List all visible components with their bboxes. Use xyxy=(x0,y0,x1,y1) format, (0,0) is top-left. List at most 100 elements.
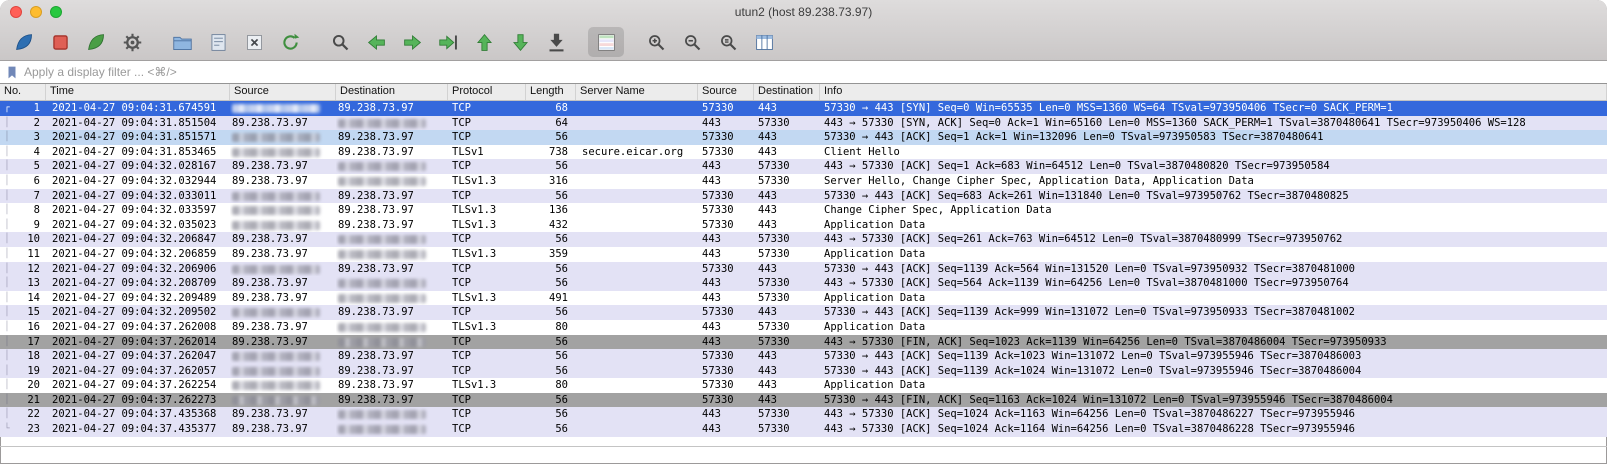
cell-server xyxy=(576,320,698,335)
cell-server xyxy=(576,378,698,393)
open-file-button[interactable] xyxy=(164,27,200,57)
packet-row[interactable]: │52021-04-27 09:04:32.02816789.238.73.97… xyxy=(0,159,1607,174)
conversation-bracket: │ xyxy=(0,247,14,262)
column-header-sport[interactable]: Source xyxy=(698,84,754,100)
save-file-button[interactable] xyxy=(200,27,236,57)
cell-dport: 57330 xyxy=(754,232,820,247)
cell-time: 2021-04-27 09:04:37.262014 xyxy=(46,335,230,350)
cell-no: 10 xyxy=(14,232,46,247)
packet-row[interactable]: │22021-04-27 09:04:31.85150489.238.73.97… xyxy=(0,116,1607,131)
cell-server xyxy=(576,422,698,437)
pane-splitter[interactable] xyxy=(0,446,1607,447)
go-to-packet-button[interactable] xyxy=(430,27,466,57)
column-header-proto[interactable]: Protocol xyxy=(448,84,526,100)
packet-row[interactable]: │182021-04-27 09:04:37.26204789.238.73.9… xyxy=(0,349,1607,364)
cell-no: 6 xyxy=(14,174,46,189)
cell-info: 443 → 57330 [ACK] Seq=261 Ack=763 Win=64… xyxy=(820,232,1607,247)
packet-row[interactable]: │222021-04-27 09:04:37.43536889.238.73.9… xyxy=(0,407,1607,422)
start-capture-button[interactable] xyxy=(6,27,42,57)
traffic-lights xyxy=(10,6,62,18)
packet-row[interactable]: │172021-04-27 09:04:37.26201489.238.73.9… xyxy=(0,335,1607,350)
restart-capture-button[interactable] xyxy=(78,27,114,57)
green-fin-icon xyxy=(86,32,107,53)
cell-time: 2021-04-27 09:04:32.033597 xyxy=(46,203,230,218)
cell-dst: 89.238.73.97 xyxy=(336,262,448,277)
packet-row[interactable]: ┌12021-04-27 09:04:31.67459189.238.73.97… xyxy=(0,101,1607,116)
cell-dport: 443 xyxy=(754,130,820,145)
colorize-button[interactable] xyxy=(588,27,624,57)
previous-packet-button[interactable] xyxy=(358,27,394,57)
cell-proto: TCP xyxy=(448,349,526,364)
column-header-len[interactable]: Length xyxy=(526,84,576,100)
cell-dst xyxy=(336,159,448,174)
cell-info: 57330 → 443 [ACK] Seq=1139 Ack=999 Win=1… xyxy=(820,305,1607,320)
packet-row[interactable]: │82021-04-27 09:04:32.03359789.238.73.97… xyxy=(0,203,1607,218)
auto-scroll-button[interactable] xyxy=(538,27,574,57)
close-window-button[interactable] xyxy=(10,6,22,18)
cell-no: 13 xyxy=(14,276,46,291)
close-file-button[interactable] xyxy=(236,27,272,57)
conversation-bracket: │ xyxy=(0,130,14,145)
last-packet-button[interactable] xyxy=(502,27,538,57)
column-header-server[interactable]: Server Name xyxy=(576,84,698,100)
zoom-in-button[interactable] xyxy=(638,27,674,57)
packet-row[interactable]: │102021-04-27 09:04:32.20684789.238.73.9… xyxy=(0,232,1607,247)
packet-row[interactable]: │162021-04-27 09:04:37.26200889.238.73.9… xyxy=(0,320,1607,335)
cell-info: Application Data xyxy=(820,320,1607,335)
minimize-window-button[interactable] xyxy=(30,6,42,18)
stop-capture-button[interactable] xyxy=(42,27,78,57)
find-packet-button[interactable] xyxy=(322,27,358,57)
packet-row[interactable]: │72021-04-27 09:04:32.03301189.238.73.97… xyxy=(0,189,1607,204)
column-header-dport[interactable]: Destination xyxy=(754,84,820,100)
column-header-no[interactable]: No. xyxy=(0,84,46,100)
cell-dst xyxy=(336,407,448,422)
arrow-to-bar-icon xyxy=(546,32,567,53)
packet-row[interactable]: │92021-04-27 09:04:32.03502389.238.73.97… xyxy=(0,218,1607,233)
cell-len: 56 xyxy=(526,422,576,437)
column-header-src[interactable]: Source xyxy=(230,84,336,100)
cell-proto: TCP xyxy=(448,101,526,116)
filter-bookmark-icon[interactable] xyxy=(5,65,19,80)
packet-row[interactable]: │192021-04-27 09:04:37.26205789.238.73.9… xyxy=(0,364,1607,379)
next-packet-button[interactable] xyxy=(394,27,430,57)
cell-src xyxy=(230,262,336,277)
title-bar[interactable]: utun2 (host 89.238.73.97) xyxy=(0,0,1607,24)
cell-proto: TCP xyxy=(448,116,526,131)
cell-dport: 443 xyxy=(754,218,820,233)
column-header-dst[interactable]: Destination xyxy=(336,84,448,100)
cell-proto: TCP xyxy=(448,422,526,437)
cell-src xyxy=(230,145,336,160)
redacted-address xyxy=(232,206,320,215)
column-header-time[interactable]: Time xyxy=(46,84,230,100)
reload-file-button[interactable] xyxy=(272,27,308,57)
cell-info: 443 → 57330 [SYN, ACK] Seq=0 Ack=1 Win=6… xyxy=(820,116,1607,131)
packet-row[interactable]: │112021-04-27 09:04:32.20685989.238.73.9… xyxy=(0,247,1607,262)
redacted-address xyxy=(338,294,426,303)
cell-dst xyxy=(336,174,448,189)
column-header-info[interactable]: Info xyxy=(820,84,1607,100)
packet-row[interactable]: │212021-04-27 09:04:37.26227389.238.73.9… xyxy=(0,393,1607,408)
first-packet-button[interactable] xyxy=(466,27,502,57)
cell-len: 56 xyxy=(526,262,576,277)
cell-src: 89.238.73.97 xyxy=(230,407,336,422)
packet-row[interactable]: │202021-04-27 09:04:37.26225489.238.73.9… xyxy=(0,378,1607,393)
display-filter-input[interactable] xyxy=(24,65,1602,79)
conversation-bracket: │ xyxy=(0,218,14,233)
packet-row[interactable]: │152021-04-27 09:04:32.20950289.238.73.9… xyxy=(0,305,1607,320)
capture-options-button[interactable] xyxy=(114,27,150,57)
zoom-original-button[interactable] xyxy=(710,27,746,57)
packet-row[interactable]: │122021-04-27 09:04:32.20690689.238.73.9… xyxy=(0,262,1607,277)
cell-proto: TCP xyxy=(448,232,526,247)
packet-row[interactable]: │142021-04-27 09:04:32.20948989.238.73.9… xyxy=(0,291,1607,306)
packet-row[interactable]: │32021-04-27 09:04:31.85157189.238.73.97… xyxy=(0,130,1607,145)
packet-row[interactable]: │62021-04-27 09:04:32.03294489.238.73.97… xyxy=(0,174,1607,189)
cell-time: 2021-04-27 09:04:32.208709 xyxy=(46,276,230,291)
packet-row[interactable]: └232021-04-27 09:04:37.43537789.238.73.9… xyxy=(0,422,1607,437)
cell-dport: 443 xyxy=(754,145,820,160)
zoom-out-button[interactable] xyxy=(674,27,710,57)
fullscreen-window-button[interactable] xyxy=(50,6,62,18)
stop-square-icon xyxy=(50,32,71,53)
packet-row[interactable]: │132021-04-27 09:04:32.20870989.238.73.9… xyxy=(0,276,1607,291)
resize-columns-button[interactable] xyxy=(746,27,782,57)
packet-row[interactable]: │42021-04-27 09:04:31.85346589.238.73.97… xyxy=(0,145,1607,160)
